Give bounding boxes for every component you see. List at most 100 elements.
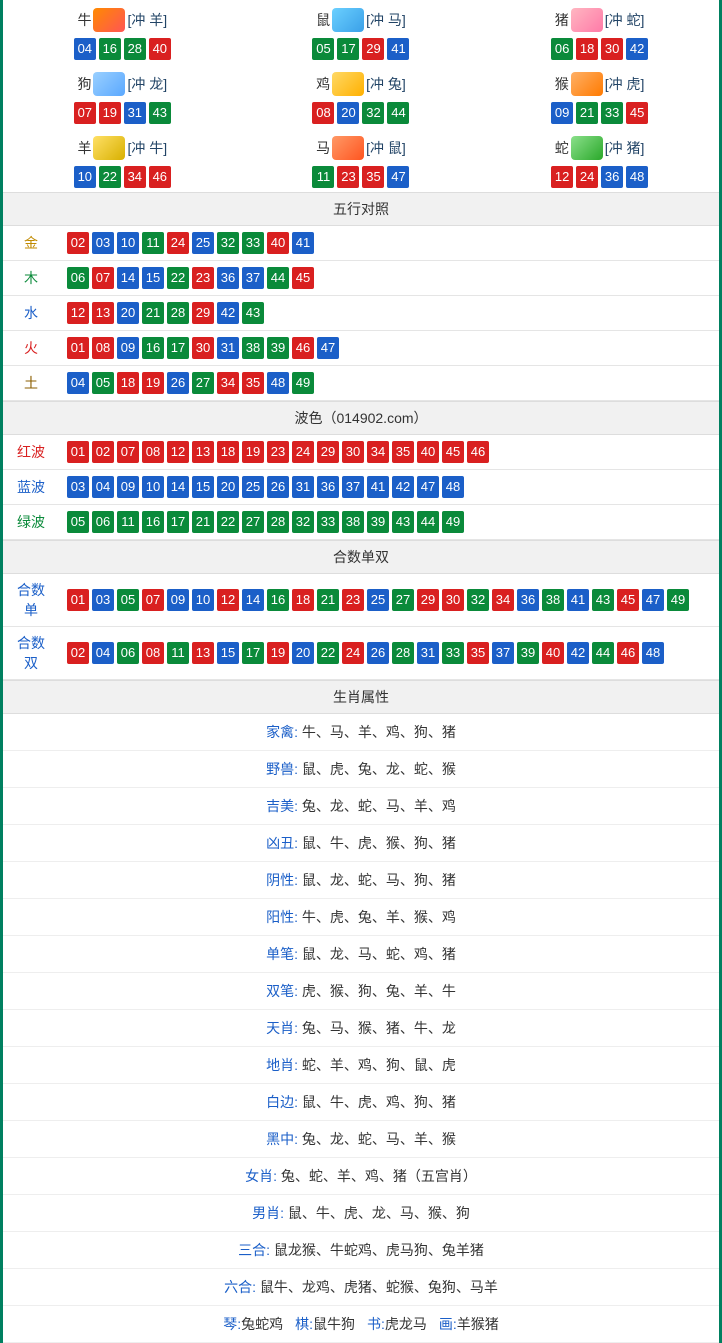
number-ball: 32 [467,589,489,611]
number-ball: 26 [167,372,189,394]
number-ball: 41 [387,38,409,60]
number-ball: 36 [517,589,539,611]
number-ball: 47 [317,337,339,359]
number-ball: 16 [142,337,164,359]
attribute-label: 男肖: [252,1205,288,1221]
number-ball: 07 [117,441,139,463]
number-ball: 46 [617,642,639,664]
number-ball: 32 [362,102,384,124]
zodiac-cell: 猴[冲 虎]09213345 [480,64,719,128]
number-balls: 0102070812131819232429303435404546 [67,441,711,463]
number-ball: 16 [267,589,289,611]
number-ball: 33 [601,102,623,124]
number-ball: 06 [92,511,114,533]
zodiac-row-top: 鼠[冲 马] [242,6,481,34]
number-ball: 15 [192,476,214,498]
table-row: 绿波05061116172122272832333839434449 [3,505,719,540]
attribute-label: 单笔: [266,946,302,962]
number-balls: 0103050709101214161821232527293032343638… [67,589,711,611]
number-ball: 35 [362,166,384,188]
zodiac-icon [332,72,364,96]
number-ball: 39 [517,642,539,664]
zodiac-name: 鸡 [316,74,330,94]
attribute-label: 凶丑: [266,835,302,851]
number-balls: 04162840 [3,38,242,60]
attribute-value: 鼠、牛、虎、龙、马、猴、狗 [288,1205,470,1221]
quad-value: 羊猴猪 [457,1316,499,1332]
quad-label: 棋: [295,1316,313,1332]
number-ball: 37 [242,267,264,289]
table-row: 合数单0103050709101214161821232527293032343… [3,574,719,627]
attribute-row: 男肖: 鼠、牛、虎、龙、马、猴、狗 [3,1195,719,1232]
number-ball: 30 [342,441,364,463]
zodiac-icon [571,72,603,96]
number-ball: 02 [92,441,114,463]
number-ball: 08 [142,441,164,463]
number-ball: 27 [192,372,214,394]
zodiac-name: 蛇 [555,138,569,158]
zodiac-clash: [冲 猪] [605,138,645,158]
quad-value: 虎龙马 [385,1316,427,1332]
number-ball: 25 [192,232,214,254]
number-ball: 13 [192,642,214,664]
attribute-label: 黑中: [266,1131,302,1147]
zodiac-clash: [冲 龙] [127,74,167,94]
attribute-row: 白边: 鼠、牛、虎、鸡、狗、猪 [3,1084,719,1121]
row-numbers: 0102070812131819232429303435404546 [59,435,719,470]
number-balls: 04051819262734354849 [67,372,711,394]
quad-item: 琴:兔蛇鸡 [223,1314,283,1334]
attribute-label: 家禽: [266,724,302,740]
quad-label: 画: [439,1316,457,1332]
attribute-row: 阴性: 鼠、龙、蛇、马、狗、猪 [3,862,719,899]
attribute-row: 双笔: 虎、猴、狗、兔、羊、牛 [3,973,719,1010]
number-ball: 13 [92,302,114,324]
attribute-value: 鼠牛、龙鸡、虎猪、蛇猴、兔狗、马羊 [260,1279,498,1295]
number-ball: 12 [167,441,189,463]
number-ball: 29 [417,589,439,611]
number-ball: 20 [292,642,314,664]
number-ball: 14 [117,267,139,289]
zodiac-icon [93,72,125,96]
number-ball: 16 [142,511,164,533]
number-ball: 24 [167,232,189,254]
number-balls: 02031011242532334041 [67,232,711,254]
number-ball: 04 [74,38,96,60]
number-ball: 42 [217,302,239,324]
number-ball: 15 [142,267,164,289]
number-ball: 09 [117,337,139,359]
zodiac-icon [93,136,125,160]
zodiac-cell: 羊[冲 牛]10223446 [3,128,242,192]
number-ball: 08 [92,337,114,359]
quad-row: 琴:兔蛇鸡棋:鼠牛狗书:虎龙马画:羊猴猪 [3,1306,719,1343]
row-numbers: 02031011242532334041 [59,226,719,261]
zodiac-cell: 鼠[冲 马]05172941 [242,0,481,64]
number-ball: 12 [217,589,239,611]
zodiac-clash: [冲 蛇] [605,10,645,30]
number-ball: 20 [337,102,359,124]
number-ball: 11 [117,511,139,533]
attribute-label: 双笔: [266,983,302,999]
row-label: 合数单 [3,574,59,627]
attribute-value: 鼠、牛、虎、猴、狗、猪 [302,835,456,851]
number-ball: 03 [67,476,89,498]
number-ball: 09 [117,476,139,498]
number-ball: 05 [67,511,89,533]
number-ball: 07 [74,102,96,124]
attribute-label: 阴性: [266,872,302,888]
number-ball: 23 [267,441,289,463]
number-ball: 15 [217,642,239,664]
number-ball: 19 [99,102,121,124]
number-ball: 41 [367,476,389,498]
number-ball: 26 [267,476,289,498]
row-label: 火 [3,331,59,366]
number-ball: 02 [67,232,89,254]
number-ball: 36 [317,476,339,498]
number-ball: 17 [242,642,264,664]
number-balls: 1213202128294243 [67,302,711,324]
number-ball: 18 [117,372,139,394]
number-balls: 0204060811131517192022242628313335373940… [67,642,711,664]
zodiac-row-top: 牛[冲 羊] [3,6,242,34]
attribute-label: 三合: [238,1242,274,1258]
quad-item: 画:羊猴猪 [439,1314,499,1334]
section-header-shuxing: 生肖属性 [3,680,719,714]
